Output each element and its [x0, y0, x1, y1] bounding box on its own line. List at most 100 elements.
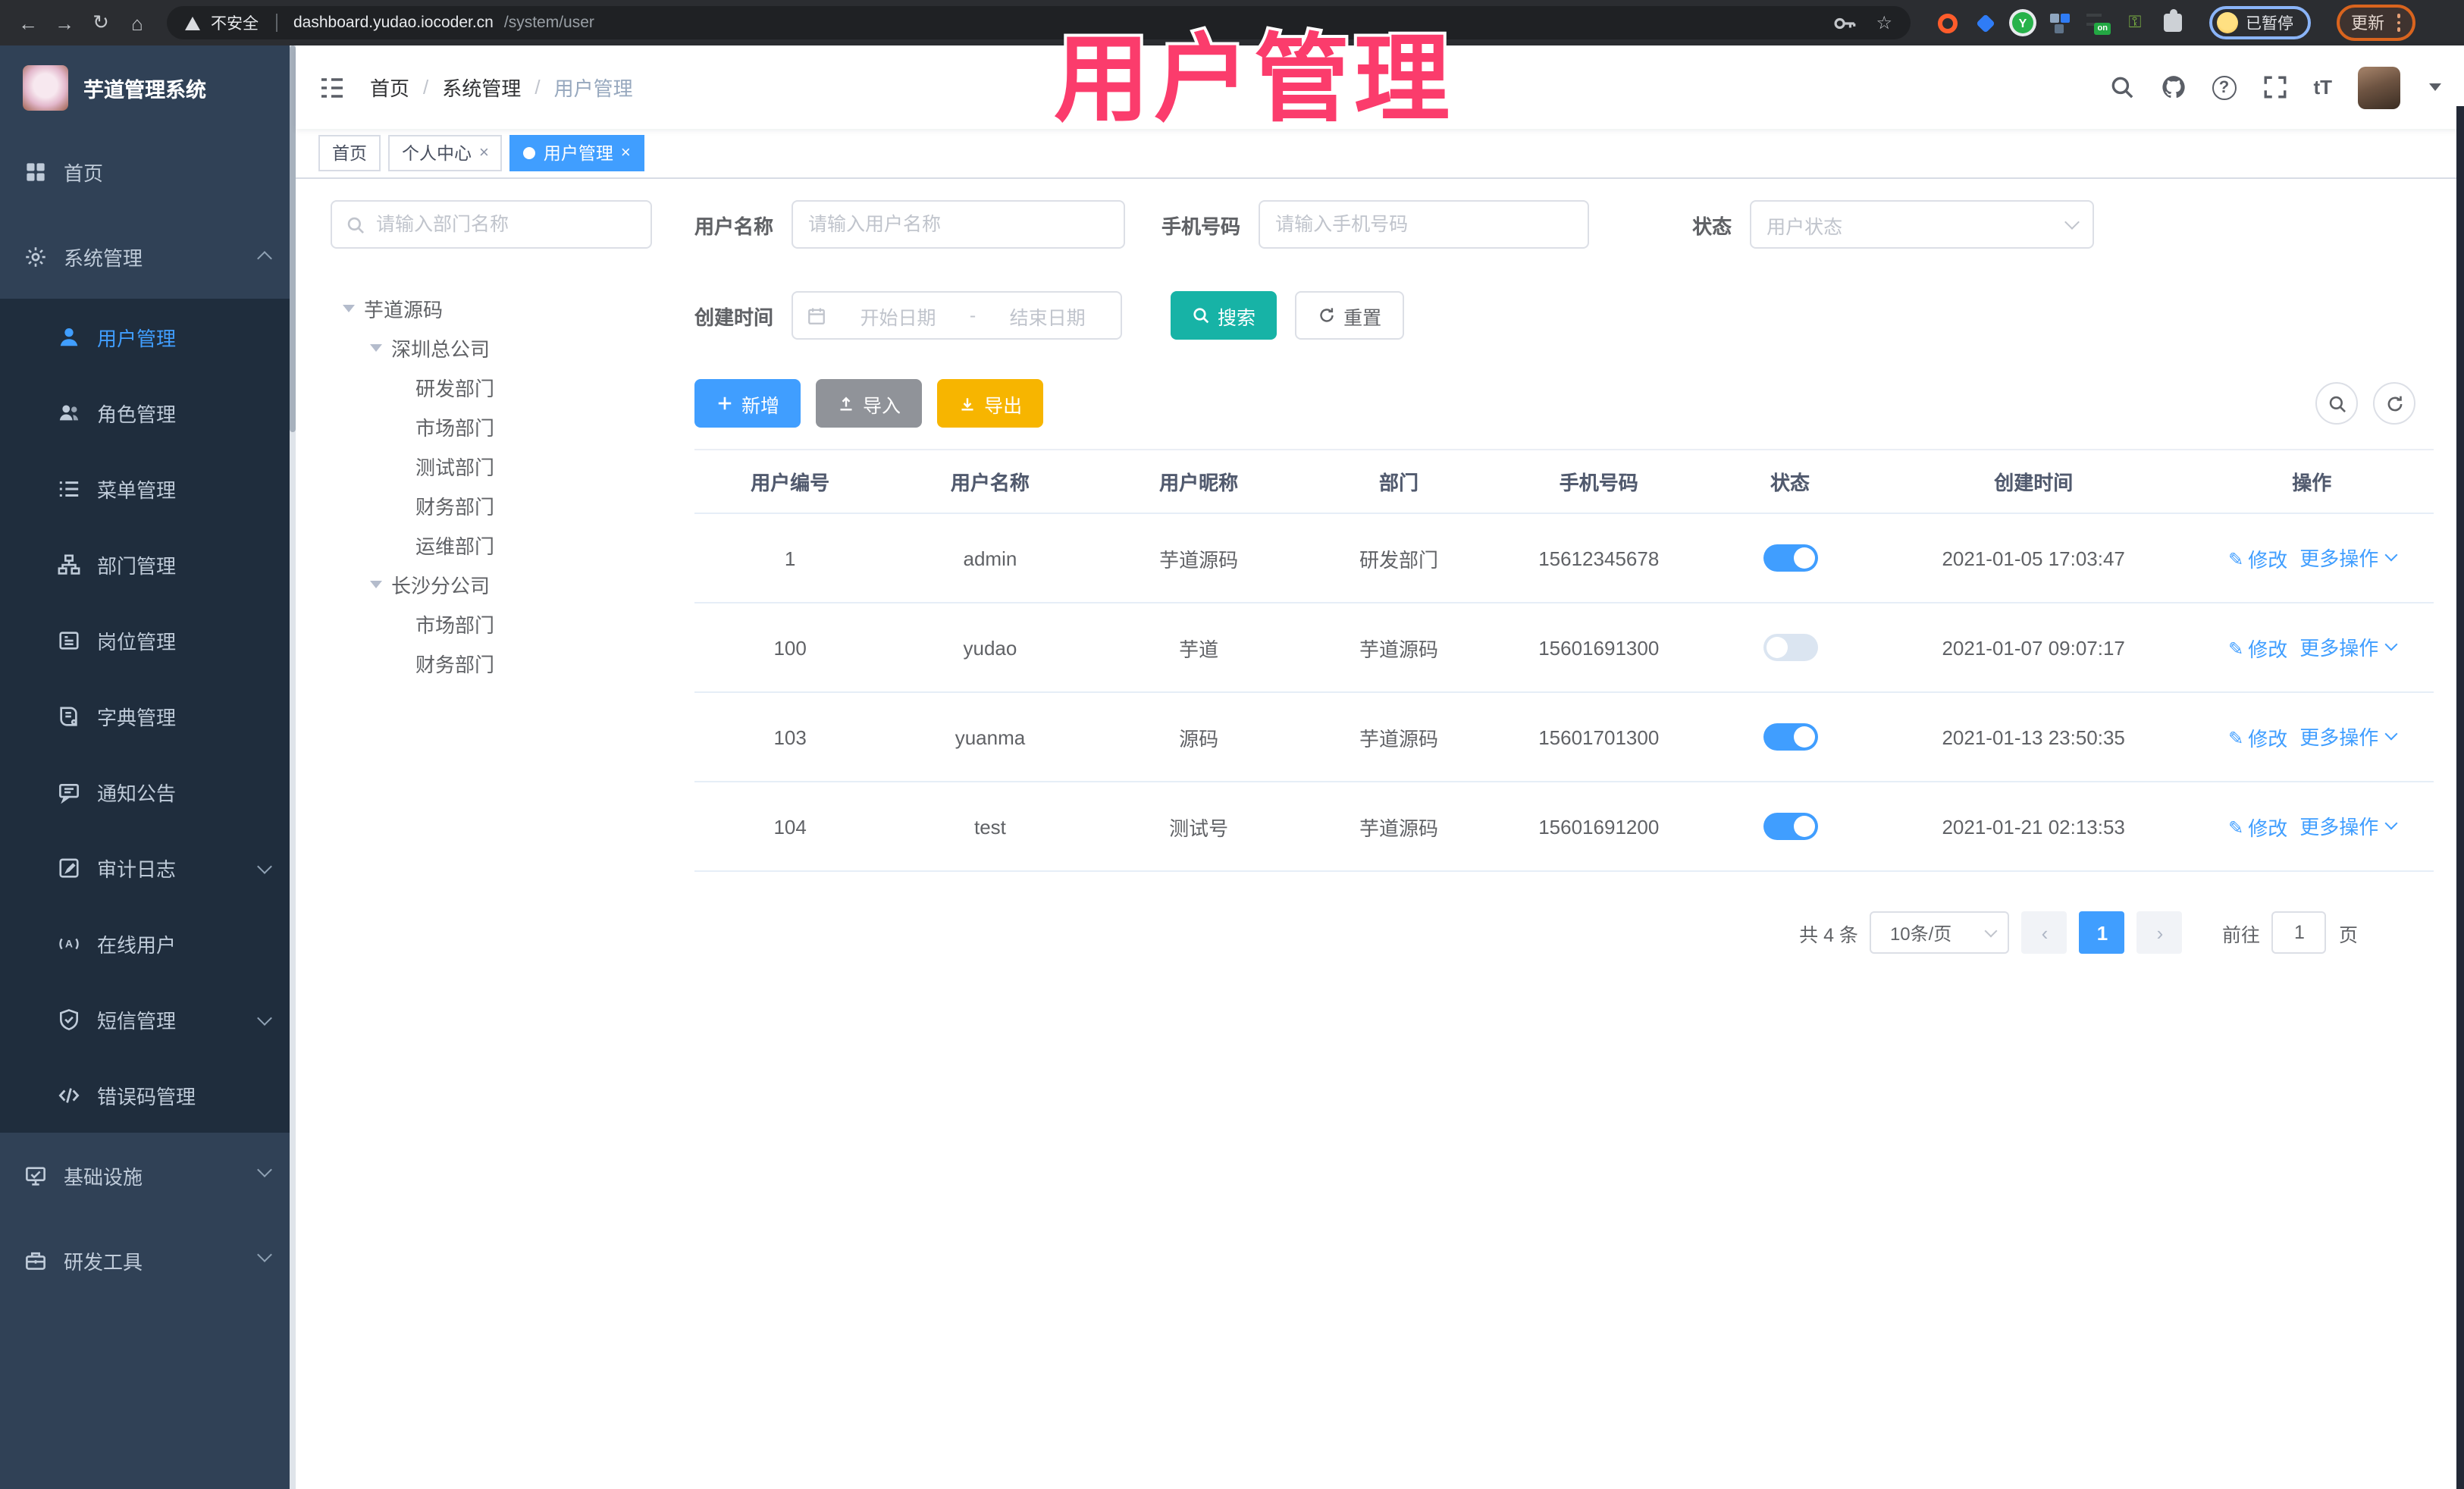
add-button[interactable]: 新增	[694, 379, 801, 428]
tree-node[interactable]: 深圳总公司	[331, 328, 652, 367]
toggle-search-button[interactable]	[2315, 382, 2358, 425]
status-select[interactable]: 用户状态	[1750, 200, 2095, 249]
sidebar-item-dev-tools[interactable]: 研发工具	[0, 1218, 296, 1302]
tree-node[interactable]: 长沙分公司	[331, 564, 652, 603]
forward-icon[interactable]: →	[52, 11, 77, 34]
gem-extension-icon[interactable]	[1974, 12, 1995, 33]
sidebar-item-dept-mgmt[interactable]: 部门管理	[0, 526, 296, 602]
more-actions-link[interactable]: 更多操作	[2299, 722, 2397, 751]
sidebar-item-error-code[interactable]: 错误码管理	[0, 1057, 296, 1133]
reload-icon[interactable]: ↻	[88, 11, 114, 35]
ubuntu-extension-icon[interactable]	[1936, 12, 1958, 33]
back-icon[interactable]: ←	[15, 11, 41, 34]
address-bar[interactable]: 不安全 dashboard.yudao.iocoder.cn/system/us…	[167, 6, 1911, 39]
chevron-up-icon	[257, 251, 272, 266]
tree-node[interactable]: 市场部门	[331, 406, 652, 446]
more-actions-link[interactable]: 更多操作	[2299, 632, 2397, 661]
home-icon[interactable]: ⌂	[124, 11, 150, 34]
edit-link[interactable]: ✎ 修改	[2228, 813, 2287, 842]
caret-down-icon[interactable]	[2429, 83, 2441, 91]
search-icon[interactable]	[2108, 74, 2134, 100]
tag-profile[interactable]: 个人中心 ×	[388, 135, 503, 171]
green-key-extension-icon[interactable]: ⚿	[2124, 12, 2146, 33]
window-scrollbar[interactable]	[2456, 106, 2464, 1489]
more-actions-link[interactable]: 更多操作	[2299, 543, 2397, 572]
key-icon[interactable]	[1832, 10, 1857, 36]
edit-link[interactable]: ✎ 修改	[2228, 724, 2287, 753]
sidebar-item-menu-mgmt[interactable]: 菜单管理	[0, 450, 296, 526]
sidebar-item-user-mgmt[interactable]: 用户管理	[0, 299, 296, 375]
tree-node[interactable]: 运维部门	[331, 525, 652, 564]
username-input[interactable]	[792, 200, 1126, 249]
sidebar-item-infra[interactable]: 基础设施	[0, 1133, 296, 1218]
caret-down-icon[interactable]	[343, 304, 355, 312]
status-toggle[interactable]	[1763, 813, 1818, 840]
page-size-select[interactable]: 10条/页	[1870, 911, 2010, 954]
next-page-button[interactable]: ›	[2136, 911, 2183, 954]
browser-profile-chip[interactable]: 已暂停	[2209, 6, 2310, 39]
sidebar-item-system[interactable]: 系统管理	[0, 214, 296, 299]
tree-node[interactable]: 芋道源码	[331, 288, 652, 328]
user-avatar[interactable]	[2358, 66, 2400, 108]
close-icon[interactable]: ×	[621, 144, 631, 162]
goto-page-input[interactable]	[2271, 911, 2327, 954]
edit-link[interactable]: ✎ 修改	[2228, 545, 2287, 574]
extensions-puzzle-icon[interactable]	[2162, 9, 2183, 33]
breadcrumb-home[interactable]: 首页	[370, 73, 409, 102]
on-badge-extension-icon[interactable]: on	[2086, 12, 2111, 35]
caret-down-icon[interactable]	[370, 343, 382, 351]
sidebar-item-home[interactable]: 首页	[0, 129, 296, 214]
breadcrumb-system[interactable]: 系统管理	[442, 73, 521, 102]
tree-node[interactable]: 研发部门	[331, 367, 652, 406]
close-icon[interactable]: ×	[479, 144, 489, 162]
table-row: 100 yudao 芋道 芋道源码 15601691300 2021-01-07…	[694, 603, 2434, 693]
status-toggle[interactable]	[1763, 723, 1818, 751]
magnifier-icon	[1193, 308, 1209, 324]
blocks-extension-icon[interactable]	[2050, 13, 2070, 33]
tree-node[interactable]: 市场部门	[331, 603, 652, 643]
hamburger-icon[interactable]	[318, 74, 346, 101]
scrollbar-thumb[interactable]	[290, 45, 296, 432]
search-button[interactable]: 搜索	[1171, 291, 1277, 340]
dept-search-input[interactable]	[376, 214, 637, 235]
status-toggle[interactable]	[1763, 634, 1818, 661]
status-toggle[interactable]	[1763, 544, 1818, 572]
sidebar-item-role-mgmt[interactable]: 角色管理	[0, 375, 296, 450]
tag-user-mgmt[interactable]: 用户管理 ×	[509, 135, 644, 171]
sidebar: 芋道管理系统 首页 系统管理 用户管理 角色管理 菜单管理 部门管理 岗位管理 …	[0, 45, 296, 1489]
sidebar-item-sms-mgmt[interactable]: 短信管理	[0, 981, 296, 1057]
bookmark-star-icon[interactable]: ☆	[1876, 12, 1892, 33]
sidebar-item-dict-mgmt[interactable]: 字典管理	[0, 678, 296, 754]
sidebar-scrollbar[interactable]	[290, 45, 296, 1489]
prev-page-button[interactable]: ‹	[2021, 911, 2067, 954]
font-size-icon[interactable]: tT	[2313, 76, 2332, 99]
import-button[interactable]: 导入	[816, 379, 923, 428]
sidebar-item-notice[interactable]: 通知公告	[0, 754, 296, 829]
y-extension-icon[interactable]: Y	[2012, 12, 2033, 33]
sidebar-item-label: 错误码管理	[97, 1085, 196, 1108]
kebab-menu-icon[interactable]	[2397, 14, 2400, 32]
refresh-table-button[interactable]	[2373, 382, 2415, 425]
more-actions-link[interactable]: 更多操作	[2299, 811, 2397, 840]
sidebar-item-online-users[interactable]: A 在线用户	[0, 905, 296, 981]
help-icon[interactable]: ?	[2212, 75, 2237, 99]
goto-unit: 页	[2338, 924, 2358, 945]
date-range-picker[interactable]: 开始日期 - 结束日期	[792, 291, 1123, 340]
tree-node[interactable]: 测试部门	[331, 446, 652, 485]
fullscreen-icon[interactable]	[2262, 74, 2287, 100]
export-button[interactable]: 导出	[937, 379, 1044, 428]
caret-down-icon[interactable]	[370, 580, 382, 588]
browser-update-button[interactable]: 更新	[2336, 5, 2415, 41]
menu-list-icon	[59, 481, 79, 496]
tree-node[interactable]: 财务部门	[331, 485, 652, 525]
tag-home[interactable]: 首页	[318, 135, 381, 171]
sidebar-logo[interactable]: 芋道管理系统	[0, 45, 296, 129]
edit-link[interactable]: ✎ 修改	[2228, 635, 2287, 663]
reset-button[interactable]: 重置	[1295, 291, 1405, 340]
mobile-input[interactable]	[1259, 200, 1590, 249]
current-page-button[interactable]: 1	[2079, 911, 2125, 954]
sidebar-item-post-mgmt[interactable]: 岗位管理	[0, 602, 296, 678]
tree-node[interactable]: 财务部门	[331, 643, 652, 682]
sidebar-item-audit-log[interactable]: 审计日志	[0, 829, 296, 905]
github-icon[interactable]	[2160, 74, 2186, 100]
